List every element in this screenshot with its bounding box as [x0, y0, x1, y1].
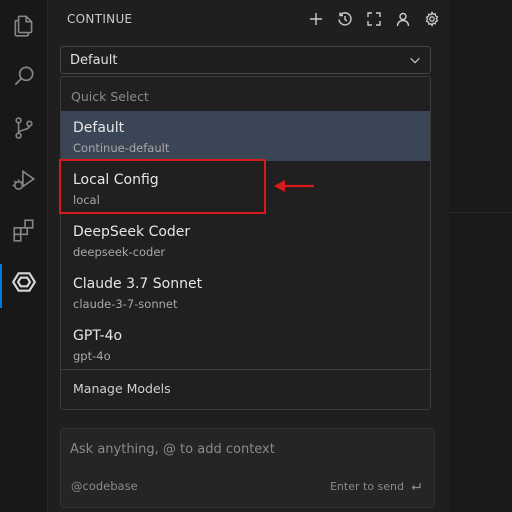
account-icon[interactable] [394, 8, 412, 30]
annotation-arrow-icon [274, 180, 314, 192]
fullscreen-icon[interactable] [365, 8, 383, 30]
files-icon[interactable] [0, 2, 48, 50]
continue-sidebar: CONTINUE Default Quick Select Default Co… [49, 0, 449, 512]
editor-divider [449, 212, 512, 213]
chat-input[interactable]: Ask anything, @ to add context @codebase… [60, 428, 435, 508]
search-icon[interactable] [0, 52, 48, 100]
model-select[interactable]: Default [60, 46, 431, 74]
quick-select-heading: Quick Select [71, 89, 149, 104]
panel-title: CONTINUE [67, 12, 133, 26]
model-option-name: Claude 3.7 Sonnet [73, 276, 203, 292]
send-hint[interactable]: Enter to send [330, 480, 422, 493]
manage-models-button[interactable]: Manage Models [73, 381, 171, 396]
model-option-deepseek-coder[interactable]: DeepSeek Coder deepseek-coder [61, 215, 430, 265]
gear-icon[interactable] [423, 8, 441, 30]
model-option-name: GPT-4o [73, 328, 123, 344]
model-option-id: claude-3-7-sonnet [73, 297, 178, 311]
send-hint-label: Enter to send [329, 480, 404, 493]
model-dropdown: Quick Select Default Continue-default Lo… [60, 76, 431, 410]
dropdown-divider [61, 369, 430, 370]
codebase-context-button[interactable]: @codebase [71, 479, 138, 493]
model-option-claude-3-7-sonnet[interactable]: Claude 3.7 Sonnet claude-3-7-sonnet [61, 267, 430, 317]
chat-input-placeholder: Ask anything, @ to add context [70, 442, 275, 457]
model-option-id: gpt-4o [73, 349, 111, 363]
chevron-down-icon [410, 57, 420, 64]
editor-area [449, 0, 512, 512]
model-option-gpt-4o[interactable]: GPT-4o gpt-4o [61, 319, 430, 369]
model-option-id: Continue-default [73, 141, 170, 155]
header-actions [307, 8, 441, 30]
run-debug-icon[interactable] [0, 156, 48, 204]
local-config-highlight-box [59, 159, 266, 214]
source-control-icon[interactable] [0, 104, 48, 152]
model-option-name: DeepSeek Coder [73, 224, 191, 240]
model-option-default[interactable]: Default Continue-default [61, 111, 430, 161]
extensions-icon[interactable] [0, 206, 48, 254]
continue-logo-icon[interactable] [0, 258, 48, 308]
model-option-id: deepseek-coder [73, 245, 166, 259]
activity-bar [0, 0, 48, 512]
model-option-name: Default [73, 120, 125, 136]
model-select-value: Default [70, 52, 118, 68]
history-icon[interactable] [336, 8, 354, 30]
plus-icon[interactable] [307, 8, 325, 30]
enter-key-icon [411, 482, 421, 490]
